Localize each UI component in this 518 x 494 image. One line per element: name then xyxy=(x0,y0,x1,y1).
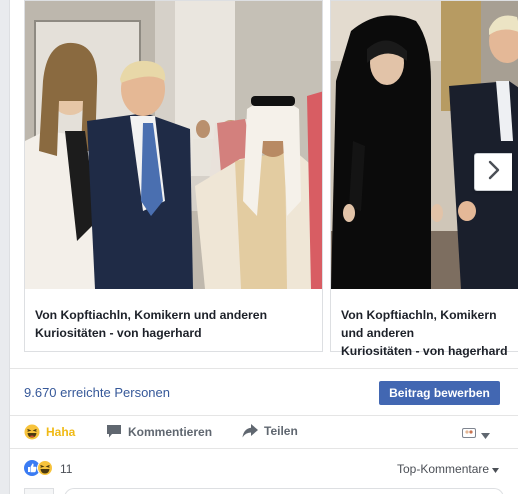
card-caption[interactable]: Von Kopftiachln, Komikern und anderen Ku… xyxy=(25,290,322,352)
reaction-count[interactable]: 11 xyxy=(60,462,72,476)
card-caption-line: Von Kopftiachln, Komikern und anderen xyxy=(35,308,268,322)
reactions-summary: 11 Top-Kommentare xyxy=(10,450,518,486)
chevron-down-icon xyxy=(492,462,500,476)
audience-selector[interactable] xyxy=(462,426,490,444)
comment-icon xyxy=(106,424,122,439)
share-label: Teilen xyxy=(264,424,298,438)
comment-sort-label: Top-Kommentare xyxy=(397,462,490,476)
carousel-next-button[interactable] xyxy=(474,153,512,191)
reach-bar: 9.670 erreichte Personen Beitrag bewerbe… xyxy=(10,368,518,416)
haha-reaction-button[interactable]: Haha xyxy=(24,424,75,440)
avatar xyxy=(24,488,54,494)
image-carousel: Von Kopftiachln, Komikern und anderen Ku… xyxy=(10,0,518,360)
reaction-icons[interactable] xyxy=(24,460,53,481)
card-caption-line: Von Kopftiachln, Komikern und anderen xyxy=(341,308,497,340)
card-caption-line: Kuriositäten - von hagerhard xyxy=(35,326,202,340)
card-caption[interactable]: Von Kopftiachln, Komikern und anderen Ku… xyxy=(331,290,518,358)
card-caption-line: Kuriositäten - von hagerhard xyxy=(341,344,508,358)
haha-icon xyxy=(24,424,40,440)
reach-count-link[interactable]: 9.670 erreichte Personen xyxy=(24,385,170,400)
chevron-down-icon xyxy=(481,426,490,444)
share-button[interactable]: Teilen xyxy=(242,424,298,438)
comment-button[interactable]: Kommentieren xyxy=(106,424,212,439)
post: Von Kopftiachln, Komikern und anderen Ku… xyxy=(9,0,518,494)
action-bar: Haha Kommentieren Teilen xyxy=(10,417,518,449)
chevron-right-icon xyxy=(487,160,501,185)
comment-sort-dropdown[interactable]: Top-Kommentare xyxy=(397,462,500,476)
haha-label: Haha xyxy=(46,425,76,439)
carousel-card[interactable]: Von Kopftiachln, Komikern und anderen Ku… xyxy=(24,0,323,352)
comment-input[interactable] xyxy=(64,488,504,494)
boost-post-button[interactable]: Beitrag bewerben xyxy=(379,381,500,405)
carousel-image[interactable] xyxy=(331,1,518,289)
carousel-image[interactable] xyxy=(25,1,322,289)
share-icon xyxy=(242,424,258,438)
comment-label: Kommentieren xyxy=(128,424,213,439)
page-audience-icon xyxy=(462,426,476,444)
haha-icon xyxy=(37,460,53,481)
